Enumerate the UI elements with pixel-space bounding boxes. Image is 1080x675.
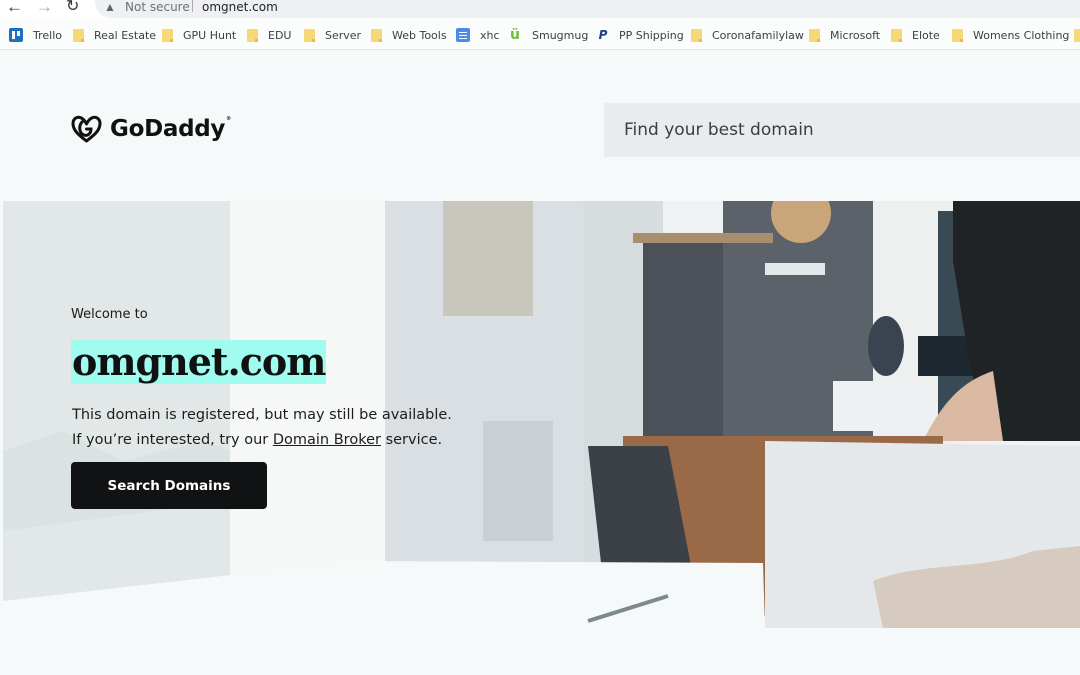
folder-icon (371, 28, 382, 42)
url-text[interactable]: omgnet.com (202, 0, 278, 14)
godaddy-heart-icon (71, 115, 102, 143)
brand-text: GoDaddy (110, 116, 226, 142)
folder-icon (691, 28, 702, 42)
bookmark-label: Microsoft (830, 28, 881, 42)
forward-arrow-icon[interactable]: → (36, 0, 53, 16)
domain-search-input[interactable] (604, 103, 1080, 157)
bookmark-label: Smugmug (532, 28, 589, 42)
bookmark-label: Coronafamilylaw (712, 28, 804, 42)
folder-icon (1074, 28, 1080, 42)
bookmark-label: Elote (912, 28, 940, 42)
description-line-1: This domain is registered, but may still… (72, 407, 452, 423)
bookmark-label: Server (325, 28, 362, 42)
folder-icon (247, 28, 258, 42)
trademark: ® (226, 116, 231, 122)
browser-toolbar: ← → ↻ ▲ Not secure omgnet.com (0, 0, 1080, 18)
bookmark-pp-shipping[interactable]: P PP Shipping (597, 27, 684, 43)
bookmark-trello[interactable]: Trello (9, 27, 62, 43)
back-arrow-icon[interactable]: ← (6, 0, 23, 16)
bookmark-coronafamilylaw[interactable]: Coronafamilylaw (691, 27, 804, 43)
reload-icon[interactable]: ↻ (66, 0, 79, 16)
bookmark-label: PP Shipping (619, 28, 684, 42)
bookmark-label: Web Tools (392, 28, 447, 42)
line-2-suffix: service. (380, 432, 443, 448)
folder-icon (73, 28, 84, 42)
address-separator (192, 0, 193, 12)
warning-triangle-icon[interactable]: ▲ (104, 0, 116, 14)
domain-highlight: omgnet.com (71, 340, 326, 384)
doc-icon (456, 28, 470, 42)
domain-name: omgnet.com (72, 339, 326, 384)
brand-name: GoDaddy® (110, 116, 231, 142)
bookmark-xhc[interactable]: xhc (456, 27, 500, 43)
bookmark-smugmug[interactable]: ü Smugmug (508, 27, 588, 43)
bookmark-label: GPU Hunt (183, 28, 237, 42)
trello-icon (9, 28, 23, 42)
bookmark-label: xhc (480, 28, 500, 42)
domain-broker-link[interactable]: Domain Broker (273, 432, 381, 448)
bookmark-label: Real Estate (94, 28, 157, 42)
bookmark-label: EDU (268, 28, 292, 42)
bookmark-overflow[interactable] (1074, 27, 1080, 43)
folder-icon (809, 28, 820, 42)
line-2-prefix: If you’re interested, try our (72, 432, 273, 448)
security-status[interactable]: Not secure (125, 0, 190, 14)
bookmark-womens-clothing[interactable]: Womens Clothing (952, 27, 1069, 43)
paypal-icon: P (598, 27, 608, 42)
welcome-label: Welcome to (71, 307, 148, 322)
domain-description: This domain is registered, but may still… (72, 403, 452, 453)
bookmark-label: Trello (33, 28, 62, 42)
bookmark-edu[interactable]: EDU (247, 27, 291, 43)
bookmark-gpu-hunt[interactable]: GPU Hunt (162, 27, 236, 43)
folder-icon (952, 28, 963, 42)
folder-icon (162, 28, 173, 42)
folder-icon (304, 28, 315, 42)
bookmarks-bar: Trello Real Estate GPU Hunt EDU Server W… (0, 18, 1080, 50)
smugmug-icon: ü (510, 26, 520, 43)
bookmark-label: Womens Clothing (973, 28, 1070, 42)
bookmark-microsoft[interactable]: Microsoft (809, 27, 880, 43)
search-domains-button[interactable]: Search Domains (71, 462, 267, 509)
folder-icon (891, 28, 902, 42)
bookmark-real-estate[interactable]: Real Estate (73, 27, 156, 43)
bookmark-web-tools[interactable]: Web Tools (371, 27, 447, 43)
bookmark-server[interactable]: Server (304, 27, 361, 43)
bookmark-elote[interactable]: Elote (891, 27, 940, 43)
description-line-2: If you’re interested, try our Domain Bro… (72, 428, 452, 453)
godaddy-logo[interactable]: GoDaddy® (70, 114, 231, 144)
